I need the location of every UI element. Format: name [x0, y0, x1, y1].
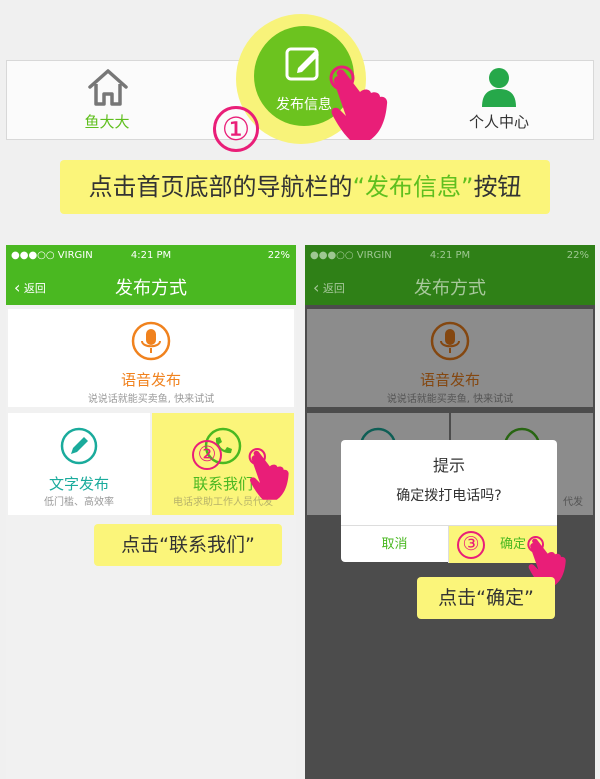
nav-home-label: 鱼大大 — [84, 113, 130, 131]
home-icon — [88, 69, 128, 106]
text-publish-card[interactable]: 文字发布 低门槛、高效率 — [8, 413, 150, 515]
title-bar: ‹ 返回 发布方式 — [305, 267, 595, 305]
text-title: 文字发布 — [48, 475, 109, 493]
phone-screen-left: ●●●○○ VIRGIN 4:21 PM 22% ‹ 返回 发布方式 语音发布 … — [6, 245, 296, 779]
step-2-marker: ② — [192, 440, 222, 470]
voice-subtitle: 说说话就能买卖鱼, 快来试试 — [87, 394, 215, 405]
step-3-marker: ③ — [457, 531, 485, 559]
battery-text: 22% — [267, 250, 290, 261]
step-1-marker: ① — [213, 106, 259, 152]
step-2-callout: 点击“联系我们” — [94, 524, 282, 566]
page-title: 发布方式 — [115, 278, 187, 299]
battery-text: 22% — [566, 250, 589, 261]
nav-me-label: 个人中心 — [468, 113, 529, 131]
cancel-button[interactable]: 取消 — [341, 526, 449, 563]
nav-item-profile[interactable]: 个人中心 — [429, 61, 569, 141]
dialog-message: 确定拨打电话吗? — [396, 488, 502, 504]
title-bar: ‹ 返回 发布方式 — [6, 267, 296, 305]
pointing-hand-icon — [248, 447, 289, 500]
microphone-icon — [131, 321, 171, 361]
edit-icon — [285, 47, 319, 81]
voice-publish-card[interactable]: 语音发布 说说话就能买卖鱼, 快来试试 — [8, 309, 294, 407]
step-3-callout: 点击“确定” — [417, 577, 555, 619]
voice-title: 语音发布 — [120, 371, 181, 389]
page-title: 发布方式 — [414, 278, 486, 299]
pencil-icon — [60, 427, 98, 465]
step-1-callout: 点击首页底部的导航栏的“发布信息”按钮 — [60, 160, 550, 214]
phone-screen-right: ●●●○○ VIRGIN 4:21 PM 22% ‹ 返回 发布方式 语音发布 … — [305, 245, 595, 779]
dialog-title: 提示 — [432, 456, 465, 475]
nav-item-home[interactable]: 鱼大大 — [37, 61, 177, 141]
text-subtitle: 低门槛、高效率 — [44, 497, 114, 508]
status-bar: ●●●○○ VIRGIN 4:21 PM 22% — [6, 245, 296, 267]
callout-1-prefix: 点击首页底部的导航栏的 — [88, 173, 353, 201]
clock-text: 4:21 PM — [130, 250, 172, 261]
pointing-hand-icon — [329, 65, 388, 140]
clock-text: 4:21 PM — [429, 250, 471, 261]
status-bar: ●●●○○ VIRGIN 4:21 PM 22% — [305, 245, 595, 267]
callout-1-suffix: 按钮 — [473, 173, 522, 201]
person-icon — [482, 68, 516, 107]
callout-1-quoted: “发布信息” — [352, 173, 474, 201]
